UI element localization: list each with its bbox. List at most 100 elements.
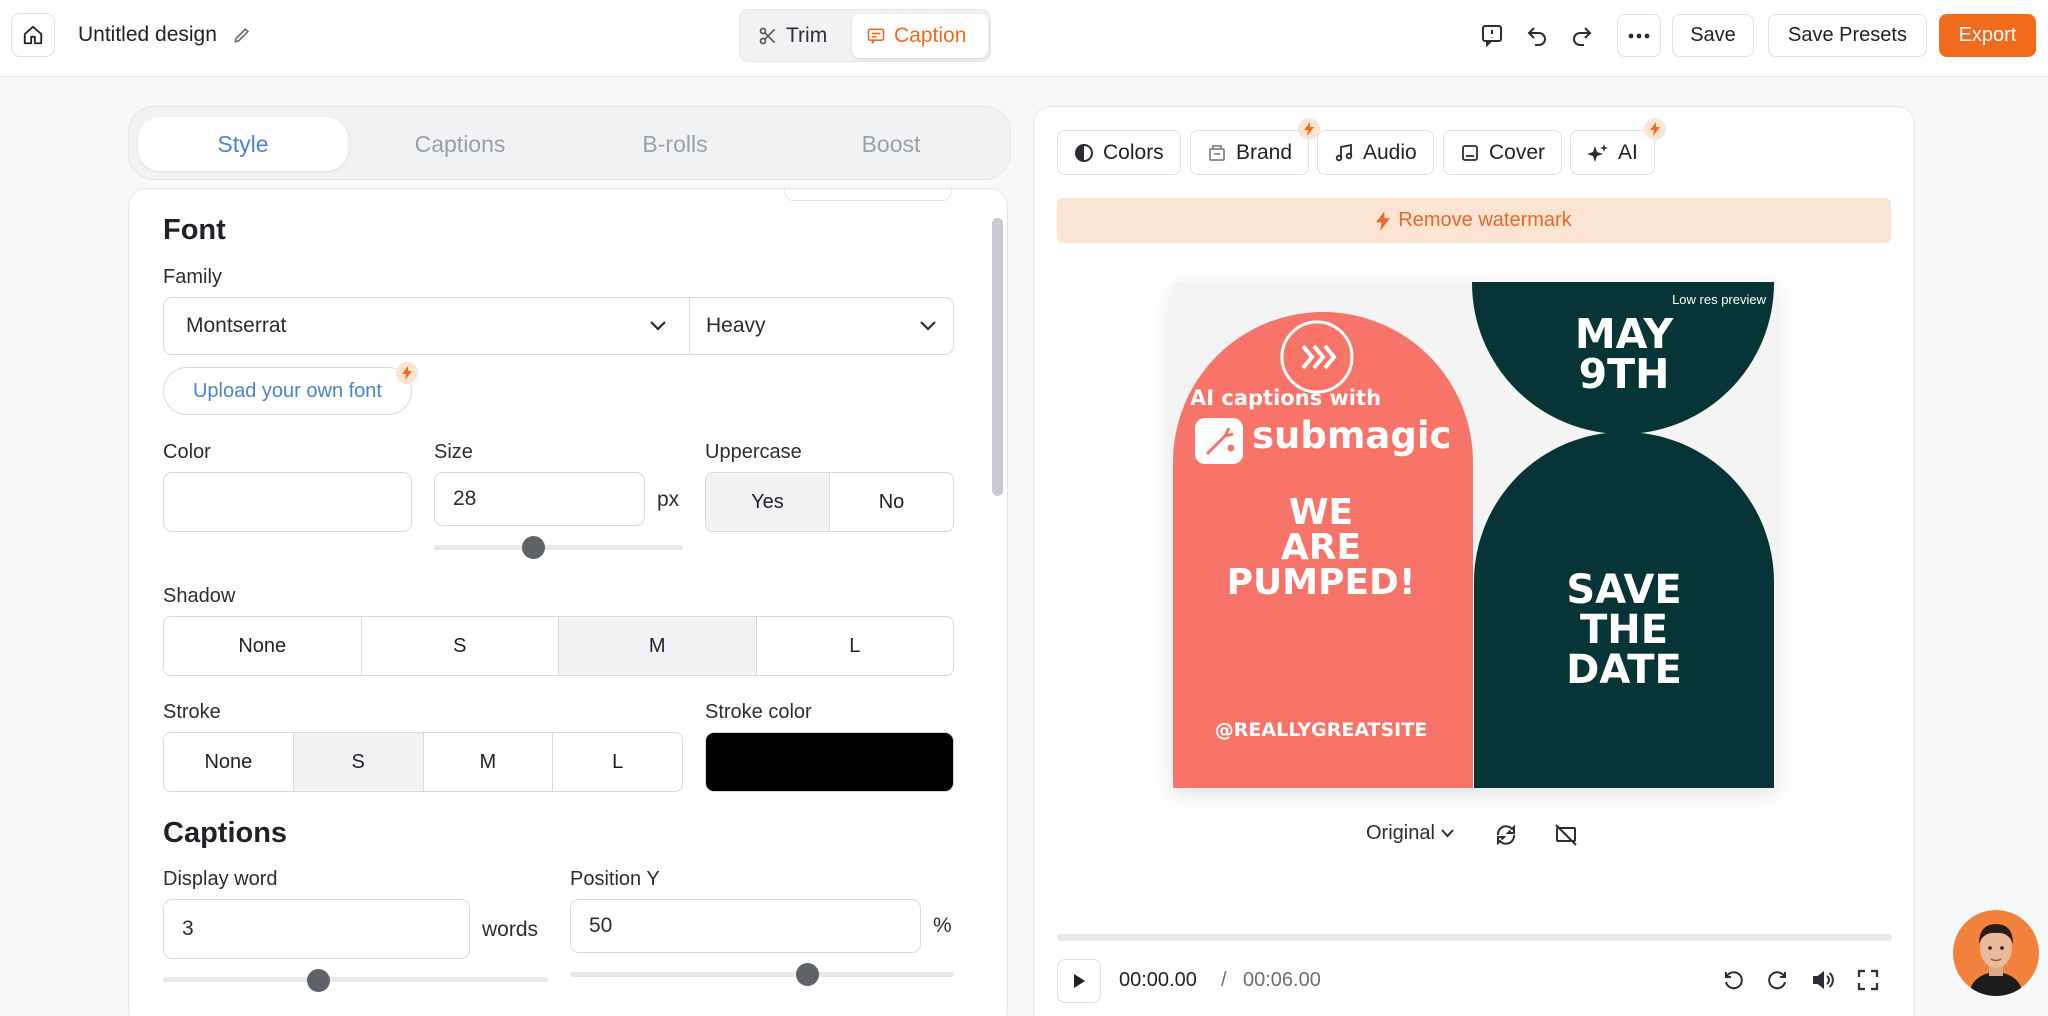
forward-icon[interactable] bbox=[1766, 968, 1790, 992]
cover-button[interactable]: Cover bbox=[1443, 130, 1563, 175]
save-the-date-text: SAVE THE DATE bbox=[1474, 570, 1774, 690]
stroke-color-swatch[interactable] bbox=[705, 732, 954, 792]
feedback-icon[interactable] bbox=[1480, 23, 1504, 47]
pumped-line-2: ARE bbox=[1280, 527, 1362, 568]
remove-watermark-button[interactable]: Remove watermark bbox=[1057, 198, 1891, 243]
top-bar: Untitled design Trim Caption Save Save P… bbox=[0, 0, 2048, 77]
export-button[interactable]: Export bbox=[1939, 14, 2036, 57]
audio-button[interactable]: Audio bbox=[1317, 130, 1434, 175]
ai-button[interactable]: AI bbox=[1570, 118, 1666, 175]
colors-label: Colors bbox=[1103, 140, 1164, 164]
stroke-l[interactable]: L bbox=[553, 733, 682, 791]
size-input[interactable]: 28 bbox=[434, 472, 645, 526]
shadow-none[interactable]: None bbox=[164, 617, 362, 675]
position-y-input[interactable]: 50 bbox=[570, 899, 921, 953]
volume-icon[interactable] bbox=[1811, 968, 1835, 992]
refresh-icon[interactable] bbox=[1494, 823, 1518, 847]
video-preview[interactable]: Low res preview AI captions with submagi… bbox=[1172, 282, 1776, 788]
size-value: 28 bbox=[453, 487, 477, 510]
trim-tab[interactable]: Trim bbox=[744, 14, 841, 58]
caption-icon bbox=[867, 28, 885, 44]
pumped-line-3: PUMPED! bbox=[1226, 562, 1416, 603]
redo-icon[interactable] bbox=[1570, 23, 1594, 47]
ai-label: AI bbox=[1618, 140, 1638, 164]
panel-scrollbar[interactable] bbox=[992, 218, 1003, 496]
tab-boost[interactable]: Boost bbox=[786, 117, 996, 171]
size-slider-track[interactable] bbox=[434, 545, 683, 550]
aspect-ratio-value: Original bbox=[1366, 822, 1435, 844]
document-title[interactable]: Untitled design bbox=[78, 23, 217, 47]
save-button[interactable]: Save bbox=[1672, 14, 1754, 57]
font-family-select[interactable]: Montserrat bbox=[163, 297, 690, 355]
position-y-slider-track[interactable] bbox=[570, 972, 954, 977]
size-unit: px bbox=[657, 488, 680, 511]
display-word-input[interactable]: 3 bbox=[163, 899, 470, 959]
shadow-l[interactable]: L bbox=[757, 617, 954, 675]
timeline-progress[interactable] bbox=[1057, 934, 1892, 941]
tab-style[interactable]: Style bbox=[138, 117, 348, 171]
stroke-label: Stroke bbox=[163, 701, 221, 723]
submagic-logo-icon bbox=[1195, 418, 1243, 464]
premium-bolt-icon bbox=[1643, 118, 1666, 140]
colors-button[interactable]: Colors bbox=[1057, 130, 1181, 175]
mode-switch: Trim Caption bbox=[739, 9, 991, 62]
premium-bolt-icon bbox=[396, 362, 418, 384]
aspect-ratio-select[interactable]: Original bbox=[1366, 822, 1454, 845]
caption-label: Caption bbox=[894, 24, 967, 47]
upload-font-button[interactable]: Upload your own font bbox=[163, 367, 412, 415]
scissors-icon bbox=[759, 27, 776, 45]
position-y-unit: % bbox=[933, 914, 952, 937]
ai-captions-text: AI captions with bbox=[1190, 386, 1382, 410]
pencil-icon[interactable] bbox=[232, 25, 252, 45]
time-separator: / bbox=[1221, 969, 1227, 991]
brand-icon bbox=[1209, 144, 1225, 161]
uppercase-no[interactable]: No bbox=[830, 473, 953, 531]
chevron-down-icon bbox=[1441, 829, 1454, 838]
stroke-s[interactable]: S bbox=[293, 733, 424, 791]
fullscreen-icon[interactable] bbox=[1856, 968, 1880, 992]
brand-button[interactable]: Brand bbox=[1190, 118, 1321, 175]
rewind-icon[interactable] bbox=[1721, 968, 1745, 992]
trim-label: Trim bbox=[786, 24, 828, 47]
remove-watermark-label: Remove watermark bbox=[1398, 209, 1572, 231]
shadow-s[interactable]: S bbox=[362, 617, 559, 675]
save-presets-button[interactable]: Save Presets bbox=[1768, 14, 1927, 57]
audio-label: Audio bbox=[1363, 140, 1417, 164]
stroke-none[interactable]: None bbox=[164, 733, 294, 791]
position-y-value: 50 bbox=[589, 914, 613, 937]
font-color-swatch[interactable] bbox=[163, 472, 412, 532]
font-weight-value: Heavy bbox=[706, 314, 766, 337]
music-icon bbox=[1335, 143, 1353, 161]
stroke-color-label: Stroke color bbox=[705, 701, 812, 723]
hidden-chip bbox=[784, 189, 952, 201]
support-avatar[interactable] bbox=[1953, 910, 2039, 996]
pumped-line-1: WE bbox=[1288, 492, 1354, 533]
display-word-unit: words bbox=[482, 918, 539, 941]
undo-icon[interactable] bbox=[1525, 23, 1549, 47]
date-line-2: 9TH bbox=[1578, 350, 1670, 398]
uppercase-label: Uppercase bbox=[705, 441, 802, 463]
uppercase-toggle: Yes No bbox=[705, 472, 954, 532]
display-word-slider-track[interactable] bbox=[163, 977, 548, 982]
captions-heading: Captions bbox=[163, 817, 288, 849]
hide-captions-icon[interactable] bbox=[1554, 823, 1578, 847]
shadow-m[interactable]: M bbox=[559, 617, 757, 675]
chevron-down-icon bbox=[650, 321, 666, 331]
uppercase-yes[interactable]: Yes bbox=[706, 473, 830, 531]
home-button[interactable] bbox=[11, 13, 55, 57]
tab-b-rolls[interactable]: B-rolls bbox=[570, 117, 780, 171]
shadow-label: Shadow bbox=[163, 585, 236, 607]
display-word-value: 3 bbox=[182, 917, 194, 940]
display-word-slider-knob[interactable] bbox=[307, 969, 330, 992]
stroke-m[interactable]: M bbox=[424, 733, 554, 791]
font-weight-select[interactable]: Heavy bbox=[689, 297, 954, 355]
size-slider-knob[interactable] bbox=[522, 536, 545, 559]
position-y-slider-knob[interactable] bbox=[796, 963, 819, 986]
play-button[interactable] bbox=[1057, 959, 1101, 1003]
low-res-badge: Low res preview bbox=[1672, 292, 1766, 307]
caption-tab[interactable]: Caption bbox=[852, 14, 988, 58]
may-9th-text: MAY 9TH bbox=[1474, 314, 1774, 398]
tab-captions[interactable]: Captions bbox=[355, 117, 565, 171]
cover-icon bbox=[1462, 144, 1478, 161]
more-options-button[interactable] bbox=[1617, 14, 1661, 57]
